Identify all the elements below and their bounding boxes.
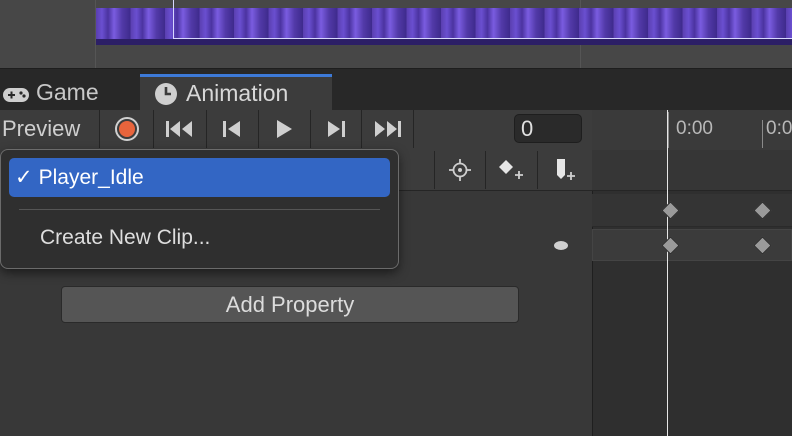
first-keyframe-button[interactable] xyxy=(153,110,207,148)
clock-icon xyxy=(154,82,178,106)
skip-end-icon xyxy=(375,121,401,137)
next-keyframe-button[interactable] xyxy=(310,110,362,148)
record-icon xyxy=(114,117,139,141)
add-keyframe-button[interactable] xyxy=(485,151,536,189)
menu-divider xyxy=(19,209,380,210)
skip-start-icon xyxy=(165,121,192,137)
last-keyframe-button[interactable] xyxy=(361,110,414,148)
filter-by-selection-button[interactable] xyxy=(434,151,485,189)
play-button[interactable] xyxy=(258,110,311,148)
frame-field[interactable]: 0 xyxy=(514,114,582,143)
ruler-label: 0:00 xyxy=(766,118,792,139)
clip-option-player-idle[interactable]: ✓ Player_Idle xyxy=(9,158,390,197)
tab-animation-label: Animation xyxy=(186,80,289,106)
add-keyframe-icon xyxy=(499,160,523,179)
tab-game-label: Game xyxy=(36,78,99,105)
clip-option-label: Player_Idle xyxy=(38,166,144,189)
ruler-tick xyxy=(668,112,669,148)
dopesheet-header xyxy=(592,150,792,191)
tab-game[interactable]: Game xyxy=(2,74,130,110)
crosshair-icon xyxy=(449,159,471,181)
prev-keyframe-button[interactable] xyxy=(206,110,259,148)
ruler-tick xyxy=(762,120,763,148)
gamepad-icon xyxy=(2,83,30,102)
create-new-clip-item[interactable]: Create New Clip... xyxy=(40,226,210,250)
add-event-button[interactable] xyxy=(537,151,592,189)
selection-outline xyxy=(173,0,792,39)
curve-indicator-icon xyxy=(554,241,568,250)
add-property-button[interactable]: Add Property xyxy=(61,286,519,323)
preview-button[interactable]: Preview xyxy=(0,110,100,148)
step-back-icon xyxy=(223,121,240,137)
preview-label: Preview xyxy=(2,116,81,141)
record-button[interactable] xyxy=(100,110,154,148)
playhead[interactable] xyxy=(667,110,668,436)
add-event-icon xyxy=(557,159,575,180)
check-icon: ✓ xyxy=(15,166,33,189)
ruler-label: 0:00 xyxy=(676,118,713,139)
play-icon xyxy=(277,120,292,138)
tilemap-shadow xyxy=(96,39,792,45)
tab-animation[interactable]: Animation xyxy=(140,74,332,110)
step-forward-icon xyxy=(327,121,345,137)
